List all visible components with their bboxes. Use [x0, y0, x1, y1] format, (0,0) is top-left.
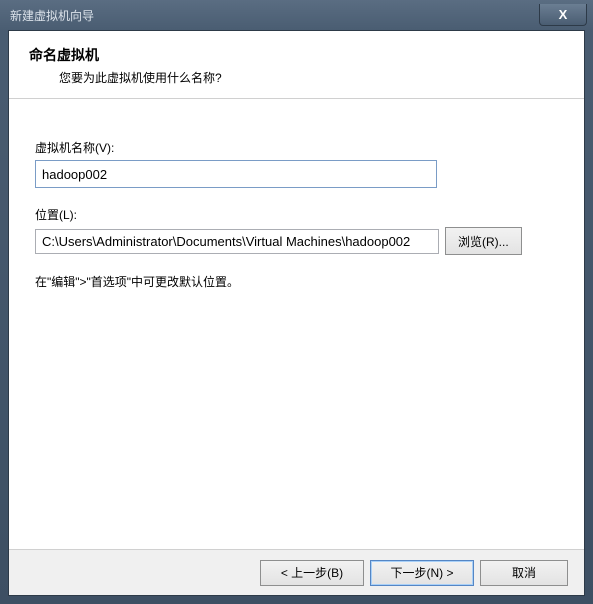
close-icon: X [559, 7, 568, 22]
cancel-button[interactable]: 取消 [480, 560, 568, 586]
titlebar: 新建虚拟机向导 X [0, 0, 593, 30]
page-title: 命名虚拟机 [29, 45, 564, 65]
form-section: 虚拟机名称(V): 位置(L): 浏览(R)... 在"编辑">"首选项"中可更… [9, 99, 584, 549]
location-row: 浏览(R)... [35, 227, 558, 255]
location-label: 位置(L): [35, 206, 558, 223]
vm-name-input[interactable] [35, 160, 437, 188]
hint-text: 在"编辑">"首选项"中可更改默认位置。 [35, 273, 558, 290]
vm-name-label: 虚拟机名称(V): [35, 139, 558, 156]
page-subtitle: 您要为此虚拟机使用什么名称? [29, 69, 564, 86]
wizard-window: 新建虚拟机向导 X 命名虚拟机 您要为此虚拟机使用什么名称? 虚拟机名称(V):… [0, 0, 593, 604]
window-title: 新建虚拟机向导 [10, 7, 94, 24]
location-input[interactable] [35, 229, 439, 254]
back-button[interactable]: < 上一步(B) [260, 560, 364, 586]
browse-button[interactable]: 浏览(R)... [445, 227, 522, 255]
next-button[interactable]: 下一步(N) > [370, 560, 474, 586]
dialog-body: 命名虚拟机 您要为此虚拟机使用什么名称? 虚拟机名称(V): 位置(L): 浏览… [8, 30, 585, 596]
button-bar: < 上一步(B) 下一步(N) > 取消 [9, 549, 584, 595]
header-section: 命名虚拟机 您要为此虚拟机使用什么名称? [9, 31, 584, 99]
close-button[interactable]: X [539, 4, 587, 26]
